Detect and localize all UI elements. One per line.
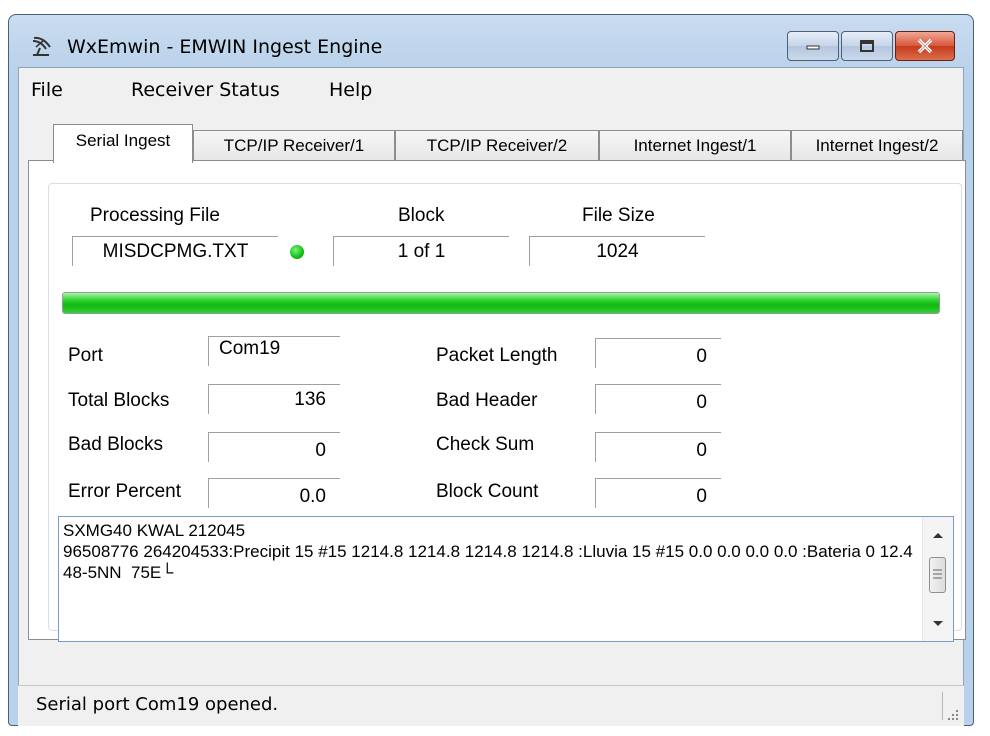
port-label: Port: [68, 345, 103, 366]
scroll-thumb[interactable]: [929, 557, 946, 593]
message-scrollbar[interactable]: [922, 517, 953, 641]
check-sum-field: 0: [595, 432, 721, 462]
serial-ingest-panel: Processing File Block File Size MISDCPMG…: [0, 0, 990, 736]
activity-led-icon: [290, 245, 304, 259]
status-text: Serial port Com19 opened.: [36, 694, 279, 715]
total-blocks-label: Total Blocks: [68, 390, 170, 411]
block-field: 1 of 1: [333, 236, 509, 266]
file-size-label: File Size: [582, 205, 655, 226]
packet-length-label: Packet Length: [436, 345, 558, 366]
resize-grip-icon[interactable]: [946, 708, 960, 722]
error-percent-label: Error Percent: [68, 481, 181, 502]
thumb-grip-icon: [933, 569, 942, 579]
transfer-progress-bar: [62, 292, 940, 314]
port-field: Com19: [208, 336, 340, 366]
processing-file-field: MISDCPMG.TXT: [72, 236, 278, 266]
scroll-up-arrow-icon[interactable]: [932, 531, 944, 539]
bad-blocks-field: 0: [208, 432, 340, 462]
message-text: SXMG40 KWAL 212045 96508776 264204533:Pr…: [63, 521, 913, 582]
processing-file-label: Processing File: [90, 205, 220, 226]
bad-blocks-label: Bad Blocks: [68, 434, 164, 455]
block-count-label: Block Count: [436, 481, 539, 502]
block-label: Block: [398, 205, 445, 226]
file-size-field: 1024: [529, 236, 705, 266]
packet-length-field: 0: [595, 338, 721, 368]
bad-header-field: 0: [595, 384, 721, 414]
progress-fill: [63, 293, 939, 313]
status-bar: Serial port Com19 opened.: [18, 685, 964, 726]
tab-serial-ingest[interactable]: Serial Ingest: [53, 124, 193, 163]
message-textbox[interactable]: SXMG40 KWAL 212045 96508776 264204533:Pr…: [58, 516, 954, 642]
check-sum-label: Check Sum: [436, 434, 535, 455]
total-blocks-field: 136: [208, 384, 340, 414]
scroll-down-arrow-icon[interactable]: [932, 620, 944, 628]
error-percent-field: 0.0: [208, 478, 340, 508]
status-separator: [942, 692, 943, 720]
bad-header-label: Bad Header: [436, 390, 538, 411]
block-count-field: 0: [595, 478, 721, 508]
